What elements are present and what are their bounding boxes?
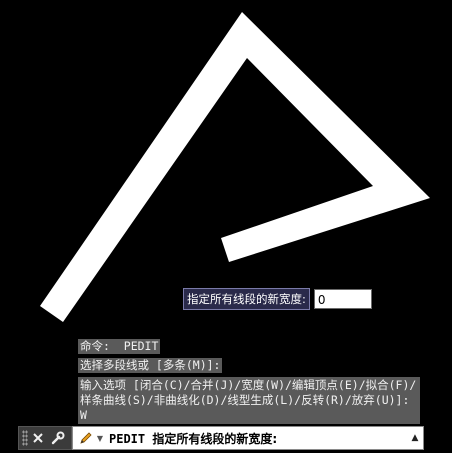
pencil-icon[interactable] (77, 431, 95, 445)
dynamic-input-prompt: 指定所有线段的新宽度: (183, 288, 310, 310)
history-line-3: 输入选项 [闭合(C)/合并(J)/宽度(W)/编辑顶点(E)/拟合(F)/样条… (78, 377, 420, 424)
chevron-down-icon[interactable]: ▼ (95, 434, 105, 443)
dynamic-input: 指定所有线段的新宽度: 0 (183, 288, 372, 310)
history-line-1: 命令: PEDIT (78, 339, 418, 354)
history-text: 命令: PEDIT (78, 339, 161, 354)
dynamic-input-field[interactable]: 0 (313, 289, 372, 309)
command-name: PEDIT (109, 431, 146, 446)
chevron-up-icon[interactable]: ▲ (407, 433, 423, 443)
command-line: ▼ PEDIT 指定所有线段的新宽度: ▲ (18, 426, 424, 450)
history-text: 选择多段线或 [多条(M)]: (78, 358, 223, 373)
command-input[interactable]: ▼ PEDIT 指定所有线段的新宽度: ▲ (72, 426, 424, 450)
close-icon[interactable] (28, 427, 48, 449)
history-line-2: 选择多段线或 [多条(M)]: (78, 358, 418, 373)
polyline-shape[interactable] (40, 12, 430, 322)
wrench-icon[interactable] (48, 427, 68, 449)
command-prompt-text: PEDIT 指定所有线段的新宽度: (109, 430, 407, 447)
command-prompt: 指定所有线段的新宽度: (152, 431, 278, 446)
command-line-toolbar (18, 426, 72, 450)
